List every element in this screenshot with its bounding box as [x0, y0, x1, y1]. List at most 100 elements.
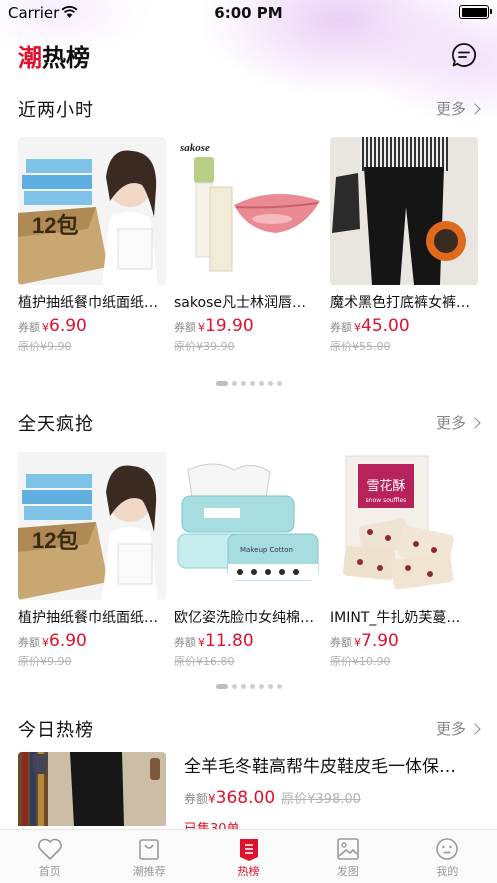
page-title-rest: 热榜: [42, 44, 90, 72]
tab-label: 潮推荐: [132, 865, 166, 878]
hot-list-item[interactable]: 全羊毛冬鞋高帮牛皮鞋皮毛一体保… 券额¥368.00原价¥398.00 已售30…: [18, 752, 479, 837]
product-image-tissue: 12包: [18, 137, 166, 285]
product-name: 魔术黑色打底裤女裤…: [330, 295, 470, 311]
page-title: 潮热榜: [18, 38, 90, 74]
price-value: 7.90: [361, 631, 399, 651]
product-price: 券额 ¥6.90: [18, 316, 166, 336]
chevron-right-icon: [469, 722, 481, 735]
original-price: 原价¥398.00: [281, 792, 361, 807]
tab-label: 热榜: [237, 865, 260, 878]
product-row-all-day: 12包 植护抽纸餐巾纸面纸… 券额 ¥6.90 原价¥9.90 Makeup Co…: [18, 452, 479, 668]
product-card[interactable]: 魔术黑色打底裤女裤… 券额 ¥45.00 原价¥55.00: [330, 137, 478, 354]
snack-subtitle: snow souffles: [366, 497, 407, 504]
currency: ¥: [354, 321, 361, 334]
tissue-pack-label: 12包: [32, 528, 78, 553]
product-image-leggings: [330, 137, 478, 285]
more-link[interactable]: 更多: [435, 412, 481, 433]
product-image-tissue: 12包: [18, 452, 166, 600]
product-price: 券额 ¥7.90: [330, 631, 478, 651]
section-title: 全天疯抢: [18, 414, 94, 435]
product-name: IMINT_牛扎奶芙蔓…: [330, 610, 461, 626]
tab-profile[interactable]: 我的: [398, 830, 497, 883]
product-price: 券额¥368.00 原价¥398.00: [184, 788, 361, 808]
product-card[interactable]: 12包 植护抽纸餐巾纸面纸… 券额 ¥6.90 原价¥9.90: [18, 137, 166, 354]
chevron-right-icon: [469, 416, 481, 429]
list-icon: [239, 839, 258, 861]
more-link[interactable]: 更多: [435, 98, 481, 119]
original-price: 原价¥9.90: [18, 340, 72, 353]
product-card[interactable]: Makeup Cotton 欧亿姿洗脸巾女纯棉… 券额 ¥11.80 原价¥16.…: [174, 452, 322, 669]
currency: ¥: [198, 636, 205, 649]
smile-icon: [436, 838, 459, 860]
product-price: 券额 ¥19.90: [174, 316, 322, 336]
status-bar: Carrier 6:00 PM: [0, 0, 497, 26]
product-price: 券额 ¥11.80: [174, 631, 322, 651]
section-header-today: 今日热榜 更多: [18, 716, 481, 744]
tab-hot-list[interactable]: 热榜: [199, 830, 298, 883]
clock: 6:00 PM: [214, 4, 283, 22]
currency: ¥: [208, 792, 216, 806]
product-price: 券额 ¥45.00: [330, 316, 478, 336]
product-name: 植护抽纸餐巾纸面纸…: [18, 295, 158, 311]
tab-recommend[interactable]: 潮推荐: [99, 830, 198, 883]
lip-brand-label: sakose: [179, 142, 210, 154]
section-header-two-hours: 近两小时 更多: [18, 96, 481, 124]
price-label: 券额: [18, 636, 40, 649]
message-icon[interactable]: [451, 42, 477, 68]
price-value: 19.90: [205, 316, 254, 336]
tab-bar: 首页 潮推荐 热榜 发图 我的: [0, 829, 497, 883]
price-label: 券额: [174, 321, 196, 334]
product-name: sakose凡士林润唇…: [174, 295, 306, 311]
heart-icon: [37, 838, 62, 860]
section-title: 今日热榜: [18, 720, 94, 741]
price-value: 11.80: [205, 631, 254, 651]
carousel-indicator: [0, 676, 497, 689]
price-label: 券额: [330, 636, 352, 649]
price-label: 券额: [330, 321, 352, 334]
product-card[interactable]: 12包 植护抽纸餐巾纸面纸… 券额 ¥6.90 原价¥9.90: [18, 452, 166, 669]
product-row-two-hours: 12包 植护抽纸餐巾纸面纸… 券额 ¥6.90 原价¥9.90 sakose s…: [18, 137, 479, 353]
product-name: 全羊毛冬鞋高帮牛皮鞋皮毛一体保…: [184, 757, 456, 777]
snack-title: 雪花酥: [366, 478, 405, 494]
product-image-boots: [18, 752, 166, 826]
image-icon: [337, 838, 359, 860]
original-price: 原价¥10.90: [330, 655, 391, 668]
more-label: 更多: [435, 720, 466, 738]
price-value: 368.00: [215, 788, 276, 808]
price-value: 6.90: [49, 316, 87, 336]
tab-label: 首页: [38, 865, 61, 878]
price-value: 6.90: [49, 631, 87, 651]
product-card[interactable]: sakose sakose凡士林润唇… 券额 ¥19.90 原价¥39.90: [174, 137, 322, 354]
currency: ¥: [42, 636, 49, 649]
original-price: 原价¥39.90: [174, 340, 235, 353]
price-value: 45.00: [361, 316, 410, 336]
section-header-all-day: 全天疯抢 更多: [18, 410, 481, 438]
product-image-face-towel: Makeup Cotton: [174, 452, 322, 600]
more-label: 更多: [435, 414, 466, 432]
original-price: 原价¥55.00: [330, 340, 391, 353]
chevron-right-icon: [469, 102, 481, 115]
currency: ¥: [42, 321, 49, 334]
more-link[interactable]: 更多: [435, 718, 481, 739]
product-card[interactable]: 雪花酥 snow souffles IMINT_牛扎奶芙蔓… 券额 ¥7.90 原…: [330, 452, 478, 669]
price-label: 券额: [174, 636, 196, 649]
tab-home[interactable]: 首页: [0, 830, 99, 883]
original-price: 原价¥9.90: [18, 655, 72, 668]
wipes-label: Makeup Cotton: [240, 546, 293, 554]
bag-icon: [139, 839, 159, 860]
product-name: 欧亿姿洗脸巾女纯棉…: [174, 610, 314, 626]
product-image-snack: 雪花酥 snow souffles: [330, 452, 478, 600]
carousel-indicator: [0, 373, 497, 386]
more-label: 更多: [435, 100, 466, 118]
tissue-pack-label: 12包: [32, 213, 78, 238]
product-price: 券额 ¥6.90: [18, 631, 166, 651]
section-title: 近两小时: [18, 100, 94, 121]
original-price: 原价¥16.80: [174, 655, 235, 668]
price-label: 券额: [184, 792, 209, 806]
tab-post-image[interactable]: 发图: [298, 830, 397, 883]
page-title-accent: 潮: [18, 44, 42, 72]
price-label: 券额: [18, 321, 40, 334]
currency: ¥: [354, 636, 361, 649]
tab-label: 发图: [336, 865, 359, 878]
product-image-lip-balm: sakose: [174, 137, 322, 285]
